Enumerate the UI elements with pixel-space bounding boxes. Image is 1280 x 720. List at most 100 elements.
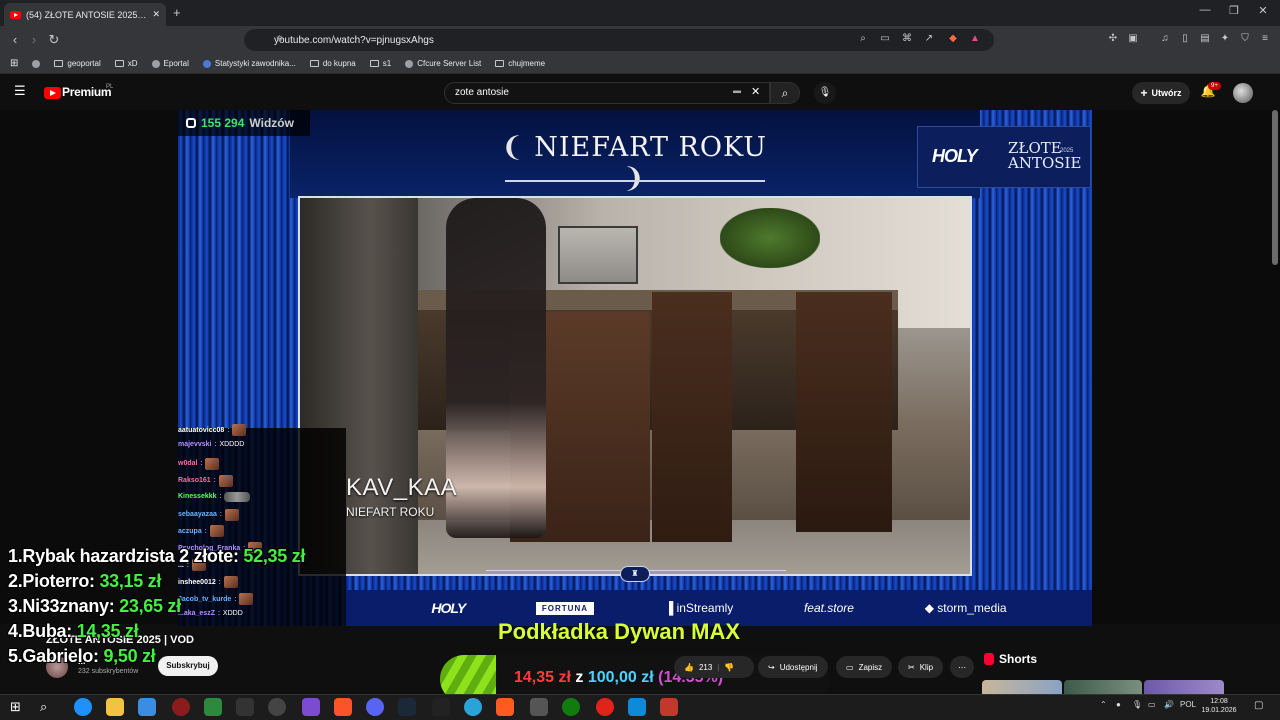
chat-separator: : <box>204 527 207 535</box>
tab-close-icon[interactable]: ✕ <box>152 9 160 20</box>
file-explorer-icon[interactable] <box>106 698 124 716</box>
notification-center-icon[interactable]: ▢ <box>1254 700 1263 711</box>
chat-username[interactable]: ...aka_eszZ <box>178 610 215 617</box>
globe-icon[interactable] <box>32 59 41 68</box>
app-icon[interactable] <box>628 698 646 716</box>
app-icon[interactable] <box>236 698 254 716</box>
chat-username[interactable]: inshee0012 <box>178 579 216 586</box>
nvidia-icon[interactable] <box>204 698 222 716</box>
dislike-icon[interactable]: 👎 <box>724 663 734 672</box>
forward-icon[interactable]: › <box>25 31 43 49</box>
leo-icon[interactable]: ✦ <box>1218 32 1232 46</box>
close-window-icon[interactable]: ✕ <box>1248 4 1278 17</box>
store-icon[interactable] <box>138 698 156 716</box>
bookmark-1[interactable]: xD <box>114 59 138 68</box>
chat-username[interactable]: Rakso161 <box>178 477 211 484</box>
wallet-icon[interactable]: ▤ <box>1198 32 1212 46</box>
app-icon[interactable] <box>596 698 614 716</box>
app-icon[interactable] <box>660 698 678 716</box>
share-page-icon[interactable]: ↗ <box>922 32 936 46</box>
subscribe-button[interactable]: Subskrybuj <box>158 656 218 676</box>
clip-button[interactable]: ✂ Klip <box>898 656 944 678</box>
account-avatar[interactable] <box>1233 83 1253 103</box>
language-indicator[interactable]: POL <box>1180 700 1196 709</box>
site-info-icon[interactable]: ⚙ <box>276 34 283 43</box>
browser-menu-icon[interactable]: ≡ <box>1258 32 1272 46</box>
share-button[interactable]: ↪ Udostępnij <box>758 656 828 678</box>
viewer-label: Widzów <box>249 116 294 130</box>
bookmark-4[interactable]: do kupna <box>309 59 356 68</box>
more-actions-icon[interactable]: ⋯ <box>950 656 974 678</box>
discord-icon[interactable] <box>366 698 384 716</box>
taskbar-clock[interactable]: 12:08 19.01.2026 <box>1198 697 1240 715</box>
voice-search-icon[interactable]: 🎙 <box>814 82 836 104</box>
screenshot-icon[interactable]: ▣ <box>1126 32 1140 46</box>
volume-icon[interactable]: 🔊 <box>1164 700 1174 709</box>
back-icon[interactable]: ‹ <box>6 31 24 49</box>
vpn-icon[interactable]: ⛉ <box>1238 32 1252 46</box>
rewards-icon[interactable]: ▲ <box>968 32 982 46</box>
media-icon[interactable]: ♫ <box>1158 32 1172 46</box>
keyboard-icon[interactable]: ▬ <box>733 86 741 95</box>
app-icon[interactable] <box>530 698 548 716</box>
tray-chevron-icon[interactable]: ⌃ <box>1100 700 1107 709</box>
maximize-icon[interactable]: ❐ <box>1219 4 1249 17</box>
steam-like-icon[interactable] <box>268 698 286 716</box>
brave-shield-icon[interactable]: ◆ <box>946 32 960 46</box>
youtube-brand[interactable]: Premium <box>62 85 112 99</box>
tray-icon[interactable]: ● <box>1116 700 1121 709</box>
app-icon[interactable] <box>172 698 190 716</box>
short-thumbnail[interactable] <box>982 680 1062 694</box>
chat-username[interactable]: aczupa <box>178 528 202 535</box>
brave-icon[interactable] <box>334 698 352 716</box>
youtube-logo-icon[interactable] <box>44 87 61 99</box>
search-button[interactable]: ⌕ <box>770 82 800 104</box>
chat-username[interactable]: aatuatovicc08 <box>178 427 224 434</box>
app-icon[interactable] <box>496 698 514 716</box>
extensions-icon[interactable]: ✣ <box>1106 32 1120 46</box>
bookmark-2[interactable]: Eportal <box>151 59 189 68</box>
short-thumbnail[interactable] <box>1144 680 1224 694</box>
browser-tab[interactable]: (54) ZŁOTE ANTOSIE 2025 | V ✕ <box>4 3 166 26</box>
leaderboard-rank: 2. <box>8 571 23 591</box>
minimize-icon[interactable]: — <box>1190 4 1220 16</box>
bookmark-3[interactable]: Statystyki zawodnika... <box>202 59 296 68</box>
steam-icon[interactable] <box>398 698 416 716</box>
bookmark-5[interactable]: s1 <box>369 59 391 68</box>
create-button[interactable]: + Utwórz <box>1132 82 1190 104</box>
network-icon[interactable]: ▭ <box>1148 700 1156 709</box>
save-button[interactable]: ▭ Zapisz <box>836 656 893 678</box>
chat-separator: : <box>214 440 217 448</box>
app-icon[interactable] <box>302 698 320 716</box>
hamburger-menu-icon[interactable]: ☰ <box>14 84 28 98</box>
app-icon[interactable] <box>464 698 482 716</box>
short-thumbnail[interactable] <box>1064 680 1142 694</box>
start-icon[interactable]: ⊞ <box>10 699 21 715</box>
sidebar-icon[interactable]: ▯ <box>1178 32 1192 46</box>
apps-icon[interactable]: ⊞ <box>10 58 18 69</box>
chat-username[interactable]: w0dal <box>178 460 197 467</box>
clear-search-icon[interactable]: ✕ <box>751 85 760 98</box>
translate-icon[interactable]: ⌘ <box>900 32 914 46</box>
like-icon[interactable]: 👍 <box>684 663 694 672</box>
chat-username[interactable]: Jacob_tv_kurde <box>178 596 231 603</box>
bookmark-0[interactable]: geoportal <box>54 59 101 68</box>
reload-icon[interactable]: ↻ <box>45 31 63 49</box>
taskbar-search-icon[interactable]: ⌕ <box>40 699 47 715</box>
search-input[interactable]: zote antosie ▬ ✕ <box>444 82 770 104</box>
bookmark-6[interactable]: Cfcure Server List <box>405 59 481 68</box>
mic-tray-icon[interactable]: 🎙 <box>1132 700 1142 709</box>
chat-username[interactable]: majevvski <box>178 441 211 448</box>
like-dislike-group[interactable]: 👍 213 | 👎 <box>674 656 754 678</box>
new-tab-icon[interactable]: + <box>173 5 181 20</box>
xbox-icon[interactable] <box>562 698 580 716</box>
edge-icon[interactable] <box>74 698 92 716</box>
epic-games-icon[interactable] <box>432 698 450 716</box>
zoom-icon[interactable]: ⌕ <box>856 32 870 46</box>
chat-emote-icon <box>232 424 247 436</box>
page-scrollbar[interactable] <box>1272 110 1278 265</box>
chat-username[interactable]: sebaayazaa <box>178 511 217 518</box>
chat-username[interactable]: Kinessekkk <box>178 493 217 500</box>
bookmark-7[interactable]: chujmeme <box>495 59 545 68</box>
cast-icon[interactable]: ▭ <box>878 32 892 46</box>
